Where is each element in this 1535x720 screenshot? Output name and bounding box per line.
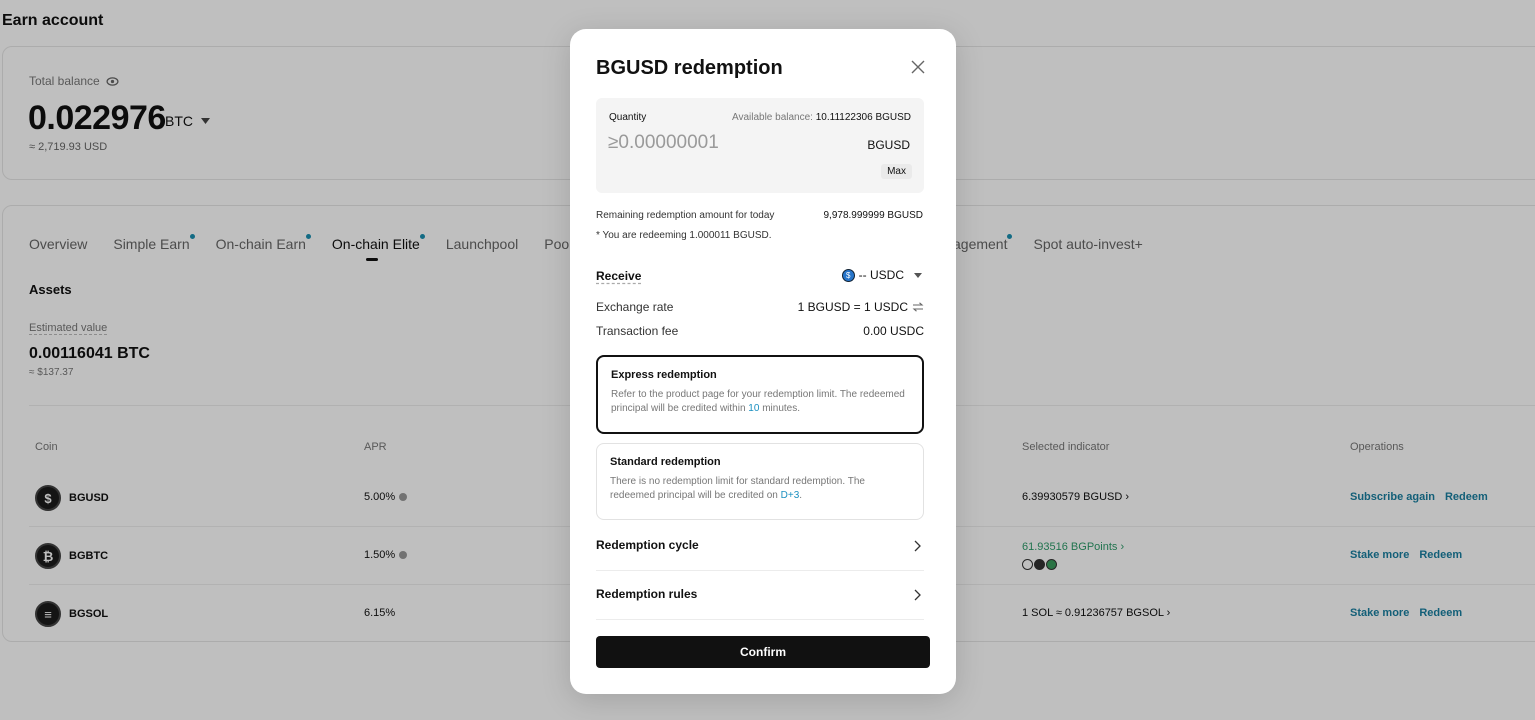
express-minutes: 10: [748, 403, 760, 414]
standard-title: Standard redemption: [610, 456, 721, 468]
transaction-fee-label: Transaction fee: [596, 324, 679, 338]
transaction-fee-value: 0.00 USDC: [863, 324, 924, 338]
confirm-button[interactable]: Confirm: [596, 636, 930, 668]
exchange-rate-label: Exchange rate: [596, 300, 674, 314]
express-title: Express redemption: [611, 369, 717, 381]
express-desc: Refer to the product page for your redem…: [611, 388, 909, 416]
standard-days: D+3: [780, 490, 800, 501]
redemption-rules-label: Redemption rules: [596, 587, 698, 601]
available-label: Available balance:: [731, 112, 813, 123]
exchange-rate-value-wrap: 1 BGUSD = 1 USDC: [798, 300, 924, 314]
remaining-label: Remaining redemption amount for today: [596, 210, 775, 221]
receive-value: -- USDC: [858, 268, 904, 282]
available-balance: Available balance: 10.11122306 BGUSD: [732, 112, 911, 123]
available-value: 10.11122306 BGUSD: [815, 112, 911, 123]
receive-label[interactable]: Receive: [596, 269, 641, 283]
close-icon[interactable]: [910, 59, 926, 75]
redemption-cycle-label: Redemption cycle: [596, 538, 699, 552]
exchange-rate-row: Exchange rate 1 BGUSD = 1 USDC: [596, 300, 924, 314]
chevron-right-icon: [914, 540, 921, 552]
redemption-rules-row[interactable]: Redemption rules: [596, 571, 924, 620]
remaining-value: 9,978.999999 BGUSD: [823, 210, 923, 221]
quantity-box: Quantity Available balance: 10.11122306 …: [596, 98, 924, 193]
redemption-cycle-row[interactable]: Redemption cycle: [596, 522, 924, 571]
receive-select[interactable]: $ -- USDC: [841, 268, 922, 282]
modal-title: BGUSD redemption: [596, 57, 783, 79]
standard-redemption-option[interactable]: Standard redemption There is no redempti…: [596, 443, 924, 520]
standard-desc: There is no redemption limit for standar…: [610, 475, 910, 503]
quantity-unit: BGUSD: [867, 138, 910, 152]
express-desc-tail: minutes.: [759, 403, 800, 414]
chevron-right-icon: [914, 589, 921, 601]
redeeming-note: * You are redeeming 1.000011 BGUSD.: [596, 230, 772, 241]
caret-down-icon: [914, 272, 922, 278]
quantity-input[interactable]: [608, 130, 848, 156]
express-redemption-option[interactable]: Express redemption Refer to the product …: [596, 355, 924, 434]
max-button[interactable]: Max: [881, 164, 912, 179]
exchange-rate-value: 1 BGUSD = 1 USDC: [797, 300, 908, 314]
standard-desc-text: There is no redemption limit for standar…: [610, 476, 865, 501]
swap-icon[interactable]: [912, 302, 924, 312]
standard-desc-tail: .: [799, 490, 803, 501]
transaction-fee-row: Transaction fee 0.00 USDC: [596, 324, 924, 338]
redemption-modal: BGUSD redemption Quantity Available bala…: [570, 29, 956, 694]
usdc-icon: $: [841, 268, 855, 282]
quantity-label: Quantity: [609, 112, 647, 123]
